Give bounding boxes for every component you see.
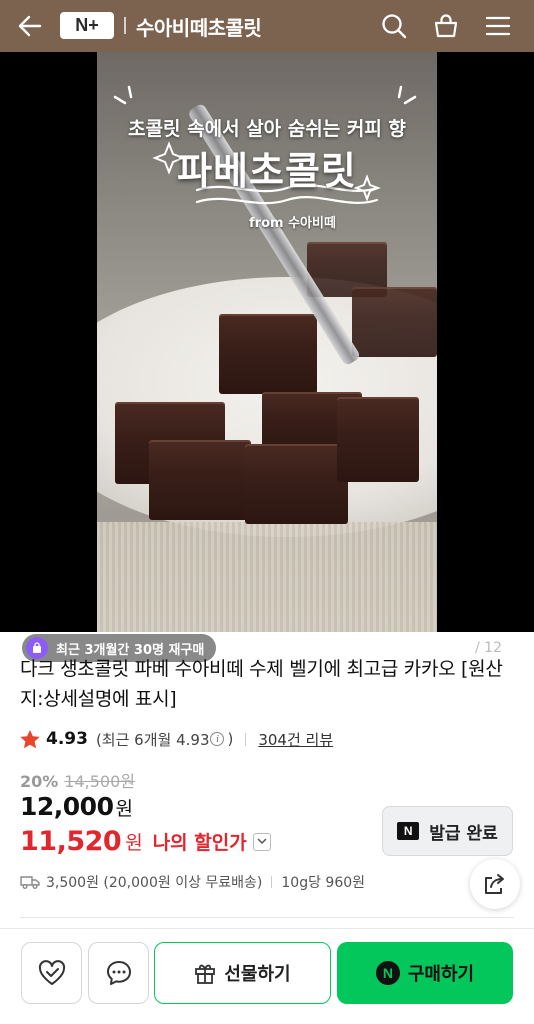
hamburger-menu-icon [485,16,511,36]
naver-n-icon: N [397,822,420,840]
original-price: 14,500원 [64,772,136,791]
info-icon[interactable]: i [210,732,225,746]
shopping-bag-icon [434,14,458,38]
sale-price: 12,000 원 [20,792,133,821]
header-divider [124,17,126,34]
product-media-carousel[interactable]: 초콜릿 속에서 살아 숨쉬는 커피 향 파베초콜릿 from 수아비떼 최근 3… [0,52,534,662]
arrow-left-icon [18,15,42,37]
star-icon [20,729,40,748]
overlay-title: 파베초콜릿 [177,149,357,193]
shipping-fee: 3,500원 (20,000원 이상 무료배송) [46,875,263,891]
rating-row: 4.93 (최근 6개월 4.93 i ) 304건 리뷰 [20,728,333,750]
product-page: N+ 수아비떼초콜릿 초콜릿 속에서 살아 숨쉬는 커피 향 파베초콜릿 fro… [0,0,534,1024]
product-title: 다크 생초콜릿 파베 수아비떼 수제 벨기에 최고급 카카오 [원산지:상세설명… [20,658,503,710]
store-name[interactable]: 수아비떼초콜릿 [136,12,262,41]
naver-pay-icon: N [375,961,400,985]
product-photo: 초콜릿 속에서 살아 숨쉬는 커피 향 파베초콜릿 from 수아비떼 [97,52,437,632]
chocolate-piece [352,287,437,357]
wishlist-button[interactable] [21,942,82,1004]
rating-recent: (최근 6개월 4.93 [95,730,210,749]
overlay-tagline: 초콜릿 속에서 살아 숨쉬는 커피 향 [128,118,406,140]
coupon-issued-button[interactable]: N 발급 완료 [382,806,513,856]
my-price-amount: 11,520 [20,826,122,857]
chocolate-piece [337,397,419,482]
shipping-row: 3,500원 (20,000원 이상 무료배송) 10g당 960원 [20,872,365,892]
share-icon [485,874,504,894]
chocolate-piece [219,314,317,394]
buy-button[interactable]: N 구매하기 [337,942,513,1004]
my-price-label: 나의 할인가 [152,832,247,854]
sale-price-unit: 원 [115,798,133,820]
section-divider [20,917,514,918]
chat-bubble-icon [106,961,131,985]
heart-check-icon [38,960,65,985]
review-count-link[interactable]: 304건 리뷰 [258,729,333,750]
overlay-subtitle: from 수아비떼 [249,216,336,231]
delivery-truck-icon [20,876,40,889]
chocolate-piece [245,444,348,524]
logo-text: N+ [75,15,99,35]
cart-button[interactable] [428,9,464,43]
naver-plus-logo[interactable]: N+ [60,12,114,39]
share-button[interactable] [470,859,520,909]
rating-divider [245,732,247,746]
coupon-label: 발급 완료 [429,823,498,844]
my-discount-price[interactable]: 11,520 원 나의 할인가 [20,826,271,857]
search-button[interactable] [376,9,412,43]
my-price-unit: 원 [125,832,143,854]
bottom-action-bar: 선물하기 N 구매하기 [0,928,534,1024]
discount-percent: 20% [20,772,59,791]
rating-recent-close: ) [227,730,234,748]
back-button[interactable] [12,10,48,42]
unit-price: 10g당 960원 [281,875,366,891]
sale-price-amount: 12,000 [20,792,114,821]
discount-row: 20% 14,500원 [20,768,135,792]
table-cloth-graphic [97,522,437,632]
search-icon [382,14,407,39]
gift-button[interactable]: 선물하기 [154,942,331,1004]
chocolate-piece [149,440,251,520]
shipping-divider [271,876,273,888]
menu-button[interactable] [480,9,516,43]
rating-score: 4.93 [46,729,88,749]
top-header: N+ 수아비떼초콜릿 [0,0,534,52]
buy-label: 구매하기 [407,964,475,985]
gift-icon [195,964,216,984]
chat-button[interactable] [88,942,149,1004]
chevron-down-icon[interactable] [252,832,271,851]
gift-label: 선물하기 [224,964,291,985]
